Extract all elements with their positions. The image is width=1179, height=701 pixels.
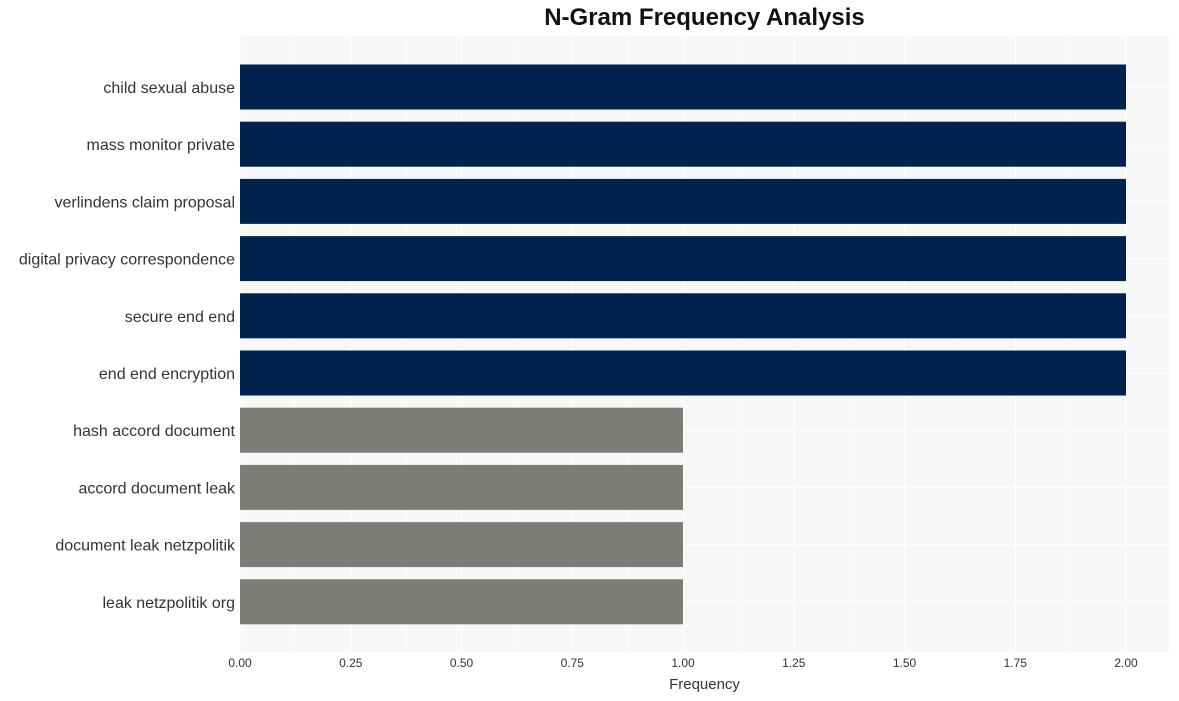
bar [240,121,1126,167]
x-tick-label: 0.50 [450,656,474,670]
x-tick-label: 0.00 [228,656,252,670]
x-tick-label: 2.00 [1114,656,1138,670]
y-tick-label: child sexual abuse [103,80,235,97]
y-tick-label: document leak netzpolitik [55,538,236,555]
x-tick-label: 0.75 [561,656,585,670]
x-tick-label: 0.25 [339,656,363,670]
bar [240,293,1126,339]
x-tick-label: 1.25 [782,656,806,670]
bar [240,522,683,568]
x-axis-label: Frequency [669,676,740,693]
x-tick-label: 1.75 [1004,656,1028,670]
bar [240,464,683,510]
bar-chart: child sexual abuse mass monitor private ve… [19,36,1169,693]
x-tick-label: 1.00 [671,656,695,670]
y-tick-label: end end encryption [99,366,235,383]
y-tick-label: mass monitor private [87,137,236,154]
y-tick-label: verlindens claim proposal [54,194,235,211]
bar [240,407,683,453]
bar [240,350,1126,396]
bar [240,178,1126,224]
x-axis-ticks: 0.00 0.25 0.50 0.75 1.00 1.25 1.50 1.75 2.00 [228,656,1138,670]
y-tick-label: hash accord document [73,423,235,440]
x-tick-label: 1.50 [893,656,917,670]
bar [240,236,1126,282]
y-axis-labels: child sexual abuse mass monitor private ve… [19,80,236,612]
y-tick-label: accord document leak [78,480,236,497]
bar [240,579,683,625]
y-tick-label: leak netzpolitik org [102,595,235,612]
bar [240,64,1126,110]
y-tick-label: digital privacy correspondence [19,252,235,269]
y-tick-label: secure end end [125,309,235,326]
